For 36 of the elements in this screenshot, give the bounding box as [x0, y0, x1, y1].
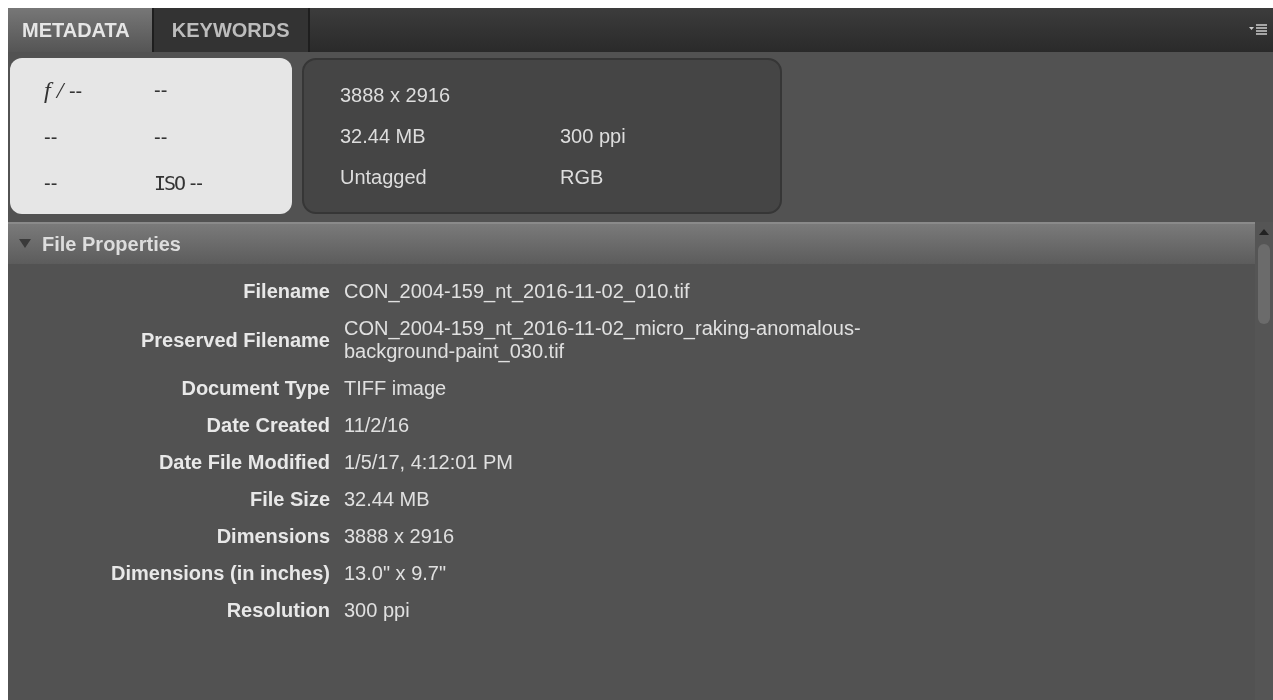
property-label: Filename [242, 280, 330, 303]
panel-tab[interactable]: KEYWORDS [153, 8, 310, 52]
aperture-value: f / -- [44, 77, 84, 103]
file-size-value: 32.44 MB [340, 124, 427, 148]
property-label: Dimensions (in inches) [110, 562, 330, 585]
property-value: CON_2004-159_nt_2016-11-02_micro_raking-anomalous-background-paint_030.tif [344, 317, 862, 363]
property-label: Preserved Filename [140, 328, 330, 352]
property-label: Resolution [225, 599, 330, 622]
property-value: 300 ppi [344, 599, 411, 622]
property-value: 13.0" x 9.7" [344, 562, 448, 585]
section-title: File Properties [42, 232, 181, 256]
property-label: Date File Modified [157, 451, 330, 474]
scroll-up-icon[interactable] [1258, 228, 1270, 236]
property-value: 3888 x 2916 [344, 525, 456, 548]
section-header[interactable]: File Properties [8, 222, 1255, 264]
color-profile-value: Untagged [340, 165, 428, 189]
property-value: CON_2004-159_nt_2016-11-02_010.tif [344, 280, 691, 303]
camera-value: -- [44, 170, 59, 195]
property-label: Dimensions [215, 525, 330, 548]
panel-menu-icon[interactable] [1249, 23, 1267, 37]
property-value: TIFF image [344, 377, 448, 400]
property-label: Document Type [180, 377, 330, 400]
property-label: Date Created [205, 414, 330, 437]
property-label: File Size [248, 488, 330, 511]
resolution-value: 300 ppi [560, 124, 627, 148]
disclosure-triangle-icon[interactable] [18, 238, 32, 250]
camera-value: -- [44, 124, 59, 149]
property-value: 11/2/16 [344, 414, 411, 437]
property-value: 1/5/17, 4:12:01 PM [344, 451, 514, 474]
color-mode-value: RGB [560, 165, 605, 189]
shutter-value: -- [154, 77, 169, 103]
iso-value: ISO -- [154, 170, 204, 195]
camera-value: -- [154, 124, 169, 149]
dimensions-value: 3888 x 2916 [340, 83, 452, 107]
panel-tab[interactable]: METADATA [8, 8, 154, 52]
property-value: 32.44 MB [344, 488, 431, 511]
